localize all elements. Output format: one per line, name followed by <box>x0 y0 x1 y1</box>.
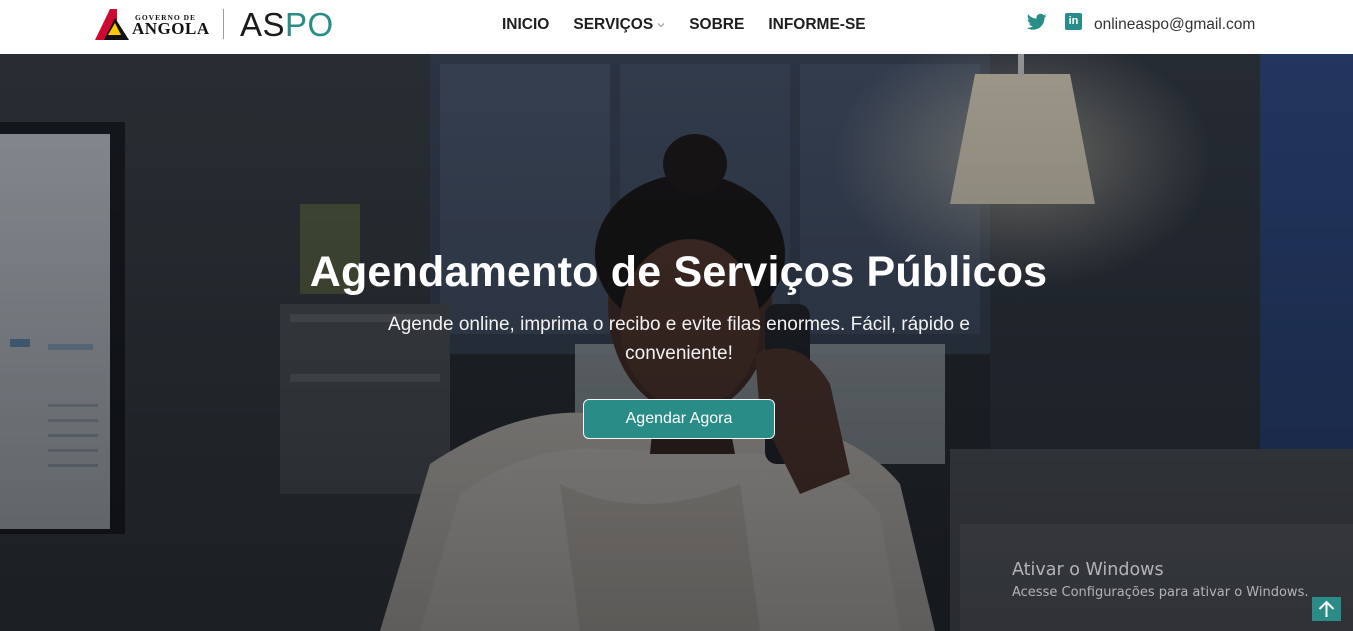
nav-item-sobre[interactable]: SOBRE <box>689 15 744 35</box>
brand-part-2: PO <box>285 6 334 43</box>
contact-email-link[interactable]: onlineaspo@gmail.com <box>1094 15 1255 35</box>
brand-part-1: AS <box>240 6 286 43</box>
nav-item-servicos-label: SERVIÇOS <box>573 16 654 33</box>
logo-divider <box>223 9 224 39</box>
twitter-icon[interactable] <box>1027 13 1047 31</box>
windows-activation-subtitle: Acesse Configurações para ativar o Windo… <box>1012 585 1309 600</box>
arrow-up-icon <box>1318 600 1335 617</box>
angola-emblem-icon <box>95 9 129 40</box>
schedule-now-button[interactable]: Agendar Agora <box>583 399 775 439</box>
brand-logo[interactable]: ASPO <box>240 6 334 44</box>
linkedin-icon-text: in <box>1068 15 1079 27</box>
hero-subtitle: Agende online, imprima o recibo e evite … <box>388 314 970 364</box>
scroll-to-top-button[interactable] <box>1312 597 1341 621</box>
gov-logo-main-text: ANGOLA <box>132 19 210 38</box>
main-nav: INICIO SERVIÇOS SOBRE INFORME-SE <box>502 15 866 35</box>
windows-activation-title: Ativar o Windows <box>1012 560 1164 580</box>
chevron-down-icon <box>657 23 665 28</box>
nav-item-inicio[interactable]: INICIO <box>502 15 549 35</box>
nav-item-informe-se[interactable]: INFORME-SE <box>768 15 865 35</box>
linkedin-icon[interactable]: in <box>1065 13 1082 30</box>
hero-section: Agendamento de Serviços Públicos Agende … <box>0 54 1353 631</box>
governo-de-angola-logo[interactable]: GOVERNO DE ANGOLA <box>95 8 210 42</box>
nav-item-servicos[interactable]: SERVIÇOS <box>573 15 665 35</box>
hero-title: Agendamento de Serviços Públicos <box>309 248 1048 296</box>
top-navbar: GOVERNO DE ANGOLA ASPO INICIO SERVIÇOS S… <box>0 0 1353 54</box>
